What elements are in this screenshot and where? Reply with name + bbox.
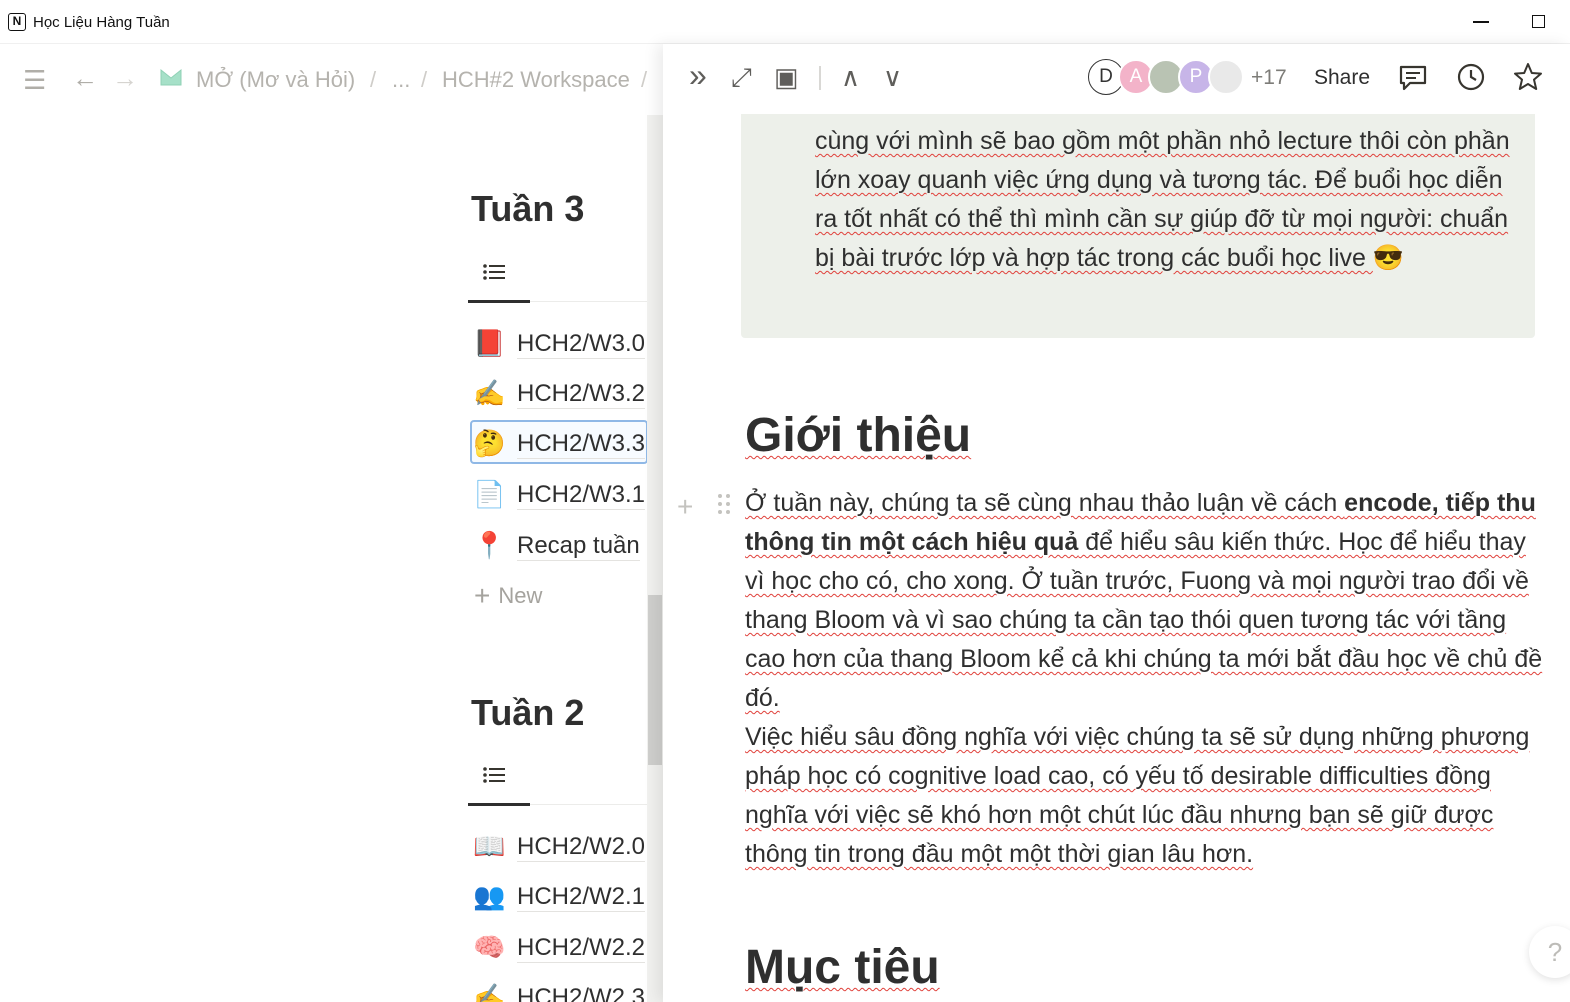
share-button[interactable]: Share (1314, 66, 1370, 90)
heading-text: Mục tiêu (745, 941, 940, 994)
paragraph-intro[interactable]: Ở tuần này, chúng ta sẽ cùng nhau thảo l… (745, 484, 1545, 718)
open-book-icon: 📖 (473, 831, 506, 861)
next-page-icon[interactable]: ∨ (883, 64, 902, 90)
heading-muc-tieu[interactable]: Mục tiêu (745, 940, 940, 995)
list-item[interactable]: 📍 Recap tuần (470, 522, 648, 566)
list-item-title: HCH2/W2.1 (517, 883, 646, 912)
history-icon[interactable] (1456, 62, 1486, 92)
list-item-title: HCH2/W2.3 (517, 984, 645, 1002)
callout-text[interactable]: cùng với mình sẽ bao gồm một phần nhỏ le… (815, 122, 1515, 278)
breadcrumb-separator: / (370, 67, 377, 92)
window-titlebar: N Học Liệu Hàng Tuần (0, 0, 1570, 44)
new-item-label: New (498, 583, 543, 608)
close-peek-icon[interactable]: » (689, 59, 707, 91)
list-item-title: HCH2/W2.2 (517, 934, 646, 963)
paragraph-deep-learning[interactable]: Việc hiểu sâu đồng nghĩa với việc chúng … (745, 718, 1545, 874)
list-item[interactable]: 🧠 HCH2/W2.2 (470, 924, 648, 968)
side-panel-icon[interactable]: ▣ (774, 64, 799, 90)
list-item-title: HCH2/W2.0 (517, 833, 646, 862)
writing-hand-icon: ✍️ (473, 982, 506, 1002)
active-view-underline (468, 803, 530, 806)
callout-text-content: cùng với mình sẽ bao gồm một phần nhỏ le… (815, 127, 1510, 272)
window-title: Học Liệu Hàng Tuần (33, 14, 170, 31)
previous-page-icon[interactable]: ∧ (841, 64, 860, 90)
brain-icon: 🧠 (473, 932, 506, 962)
notion-app-icon: N (8, 13, 26, 31)
list-item-title: HCH2/W3.3 (517, 430, 646, 459)
comment-icon[interactable] (1398, 63, 1428, 93)
list-item-title: HCH2/W3.1 (517, 481, 646, 510)
breadcrumb-separator: / (641, 67, 648, 92)
thinking-face-icon: 🤔 (473, 428, 506, 458)
forward-arrow-icon[interactable]: → (112, 65, 138, 91)
favorite-star-icon[interactable] (1512, 61, 1544, 93)
list-item-title: Recap tuần (517, 532, 640, 561)
paragraph-text: Ở tuần này, chúng ta sẽ cùng nhau thảo l… (745, 489, 1345, 517)
list-view-tab[interactable] (468, 758, 530, 798)
people-icon: 👥 (473, 881, 506, 911)
list-item-title: HCH2/W3.2 (517, 380, 646, 409)
drag-handle-icon[interactable] (717, 493, 731, 515)
writing-hand-icon: ✍️ (473, 378, 506, 408)
plus-icon: + (474, 580, 491, 611)
view-divider (530, 804, 648, 805)
collaborator-count[interactable]: +17 (1251, 66, 1287, 90)
heading-gioi-thieu[interactable]: Giới thiệu (745, 408, 971, 463)
view-divider (530, 301, 648, 302)
side-peek-panel: » ⤢ ▣ ∧ ∨ D A P +17 Share cùng với mình … (663, 44, 1570, 1002)
back-arrow-icon[interactable]: ← (72, 65, 98, 91)
breadcrumb-separator: / (421, 67, 428, 92)
heading-text: Giới thiệu (745, 409, 972, 462)
list-icon (483, 767, 505, 783)
breadcrumb-ellipsis[interactable]: ... (392, 67, 410, 93)
add-block-icon[interactable]: + (677, 491, 693, 523)
minimize-button[interactable] (1473, 21, 1489, 23)
avatar[interactable] (1208, 59, 1244, 95)
list-item[interactable]: 👥 HCH2/W2.1 (470, 873, 648, 917)
new-item-button[interactable]: + New (474, 580, 542, 612)
list-item[interactable]: 📕 HCH2/W3.0 (470, 320, 648, 364)
list-item[interactable]: 📄 HCH2/W3.1 (470, 471, 648, 515)
workspace-logo-icon (160, 68, 182, 86)
section-title-week2: Tuần 2 (471, 692, 585, 733)
peek-toolbar: » ⤢ ▣ ∧ ∨ D A P +17 Share (663, 44, 1570, 114)
list-item-title: HCH2/W3.0 (517, 330, 646, 359)
list-icon (483, 264, 505, 280)
list-view-tab[interactable] (468, 255, 530, 295)
list-item[interactable]: 📖 HCH2/W2.0 (470, 823, 648, 867)
sunglasses-emoji-icon: 😎 (1372, 244, 1404, 272)
paragraph-text: Việc hiểu sâu đồng nghĩa với việc chúng … (745, 723, 1530, 868)
help-button[interactable]: ? (1529, 926, 1570, 978)
breadcrumb-hch-workspace[interactable]: HCH#2 Workspace (442, 67, 630, 93)
maximize-button[interactable] (1532, 15, 1545, 28)
scrollbar-thumb[interactable] (648, 595, 662, 765)
page-icon: 📄 (473, 479, 506, 509)
expand-icon[interactable]: ⤢ (731, 64, 752, 90)
list-item-selected[interactable]: 🤔 HCH2/W3.3 (470, 420, 648, 464)
breadcrumb-workspace[interactable]: MỞ (Mơ và Hỏi) (196, 67, 355, 93)
sidebar-menu-icon[interactable]: ☰ (23, 67, 46, 93)
left-scrollbar[interactable] (647, 115, 663, 1002)
pin-icon: 📍 (473, 530, 506, 560)
toolbar-divider (819, 66, 821, 90)
list-item[interactable]: ✍️ HCH2/W2.3 (470, 974, 648, 1002)
list-item[interactable]: ✍️ HCH2/W3.2 (470, 370, 648, 414)
active-view-underline (468, 300, 530, 303)
section-title-week3: Tuần 3 (471, 188, 585, 229)
book-icon: 📕 (473, 328, 506, 358)
